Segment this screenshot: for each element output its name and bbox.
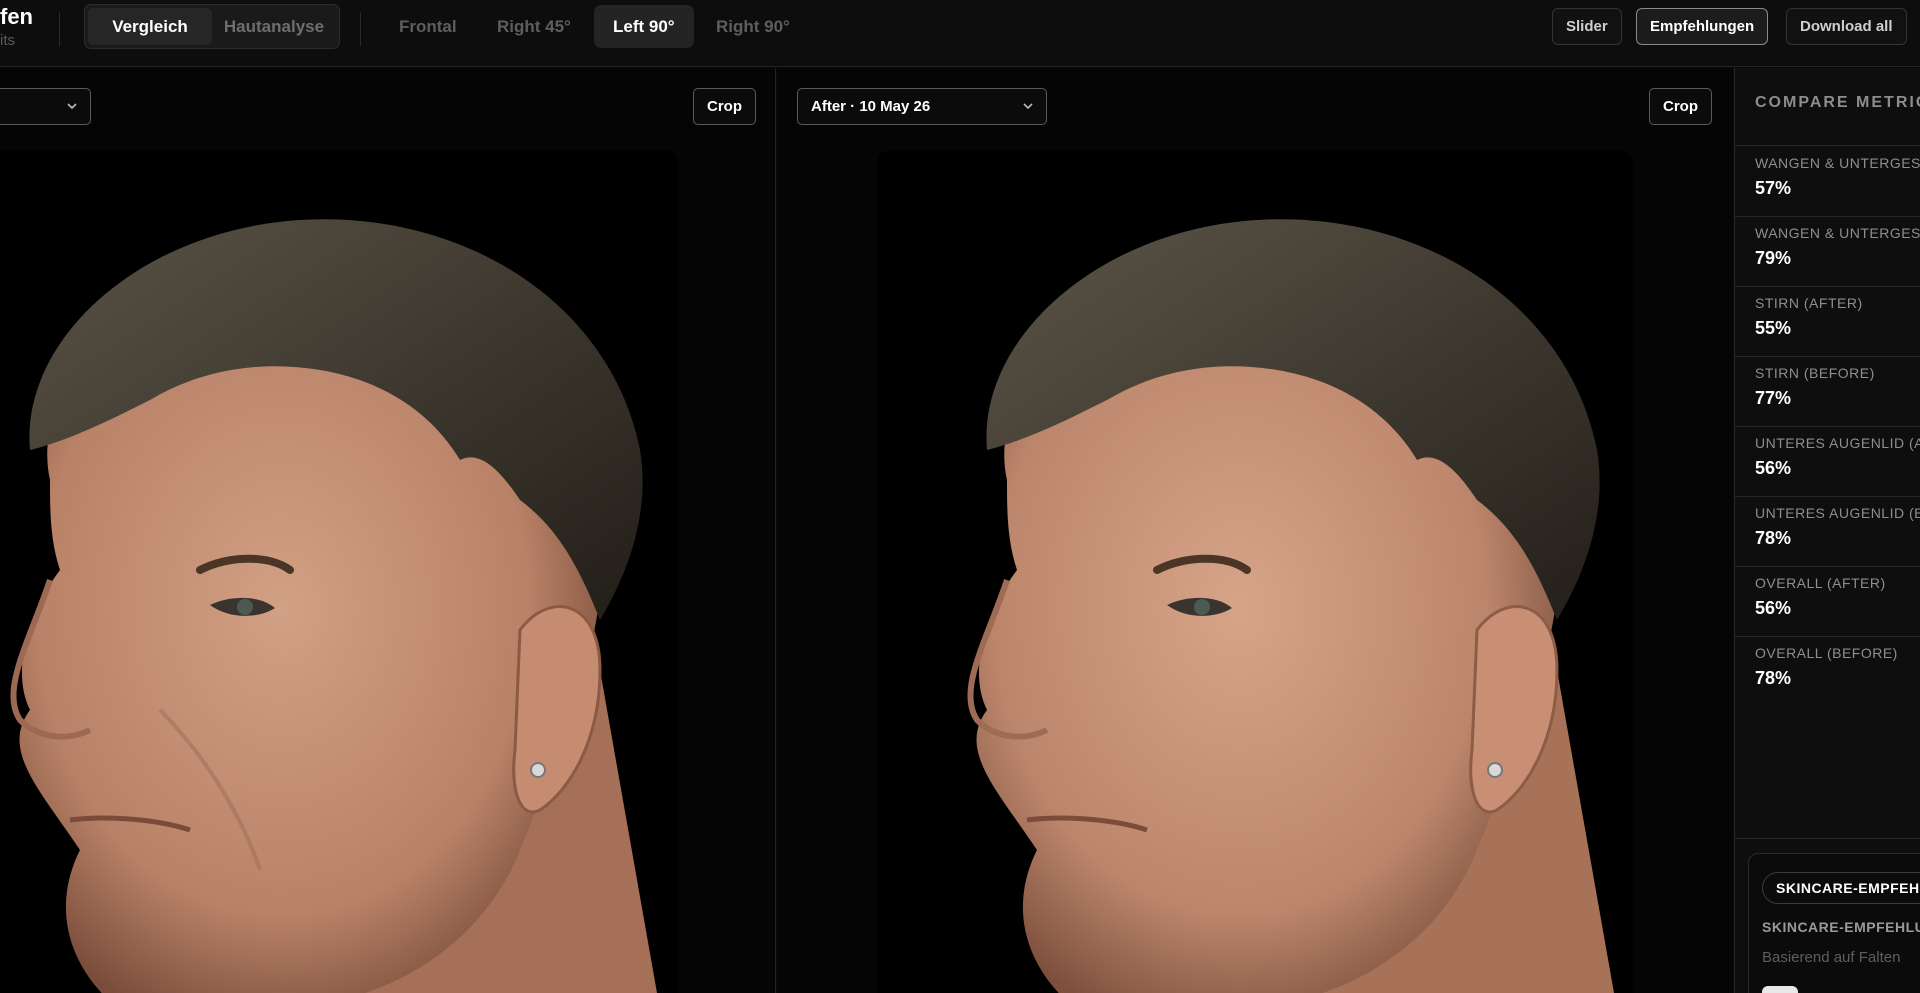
metric-value: 77% — [1755, 388, 1792, 408]
metric-value: 56% — [1755, 598, 1792, 618]
metric-item: WANGEN & UNTERGESICHT (BEFORE) 79% — [1735, 217, 1920, 287]
metric-item: OVERALL (BEFORE) 78% — [1735, 637, 1920, 707]
before-crop-button[interactable]: Crop — [693, 88, 756, 125]
before-panel: Crop — [0, 68, 776, 993]
metric-label: WANGEN & UNTERGESICHT (BEFORE) — [1755, 225, 1920, 241]
before-date-select[interactable] — [0, 88, 91, 125]
metric-label: STIRN (BEFORE) — [1755, 365, 1875, 381]
metric-label: UNTERES AUGENLID (AFTER) — [1755, 435, 1920, 451]
metric-item: WANGEN & UNTERGESICHT (AFTER) 57% — [1735, 147, 1920, 217]
metric-value: 78% — [1755, 668, 1792, 688]
metric-item: OVERALL (AFTER) 56% — [1735, 567, 1920, 637]
compare-metrics-sidebar: COMPARE METRICS WANGEN & UNTERGESICHT (A… — [1734, 68, 1920, 993]
after-date-select-value: After · 10 May 26 — [811, 98, 931, 115]
metric-label: OVERALL (AFTER) — [1755, 575, 1886, 591]
metric-label: UNTERES AUGENLID (BEFORE) — [1755, 505, 1920, 521]
after-photo — [877, 150, 1633, 993]
after-panel: After · 10 May 26 Crop — [777, 68, 1733, 993]
download-all-button[interactable]: Download all — [1786, 8, 1907, 45]
angle-tab-left-90[interactable]: Left 90° — [594, 5, 694, 48]
angle-tab-right-90[interactable]: Right 90° — [697, 5, 809, 48]
metric-label: OVERALL (BEFORE) — [1755, 645, 1898, 661]
top-bar: fen its Vergleich Hautanalyse Frontal Ri… — [0, 0, 1920, 67]
recommendation-heading: SKINCARE-EMPFEHLUNGEN — [1762, 919, 1920, 935]
chevron-down-icon — [67, 103, 77, 110]
tab-vergleich[interactable]: Vergleich — [88, 8, 212, 45]
chevron-down-icon — [1023, 103, 1033, 110]
metric-value: 56% — [1755, 458, 1792, 478]
divider — [59, 12, 60, 46]
metric-label: WANGEN & UNTERGESICHT (AFTER) — [1755, 155, 1920, 171]
after-crop-button[interactable]: Crop — [1649, 88, 1712, 125]
page-title: fen — [0, 4, 33, 29]
divider — [1735, 145, 1920, 146]
angle-tab-frontal[interactable]: Frontal — [380, 5, 476, 48]
recommendations-button[interactable]: Empfehlungen — [1636, 8, 1769, 45]
metric-label: STIRN (AFTER) — [1755, 295, 1863, 311]
metric-item: UNTERES AUGENLID (AFTER) 56% — [1735, 427, 1920, 497]
recommendation-subtitle: Basierend auf Falten — [1762, 949, 1901, 966]
before-photo — [0, 150, 678, 993]
metric-value: 55% — [1755, 318, 1792, 338]
angle-tab-right-45[interactable]: Right 45° — [478, 5, 590, 48]
metric-item: STIRN (AFTER) 55% — [1735, 287, 1920, 357]
recommendation-toggle[interactable] — [1762, 986, 1798, 993]
page-subtitle: its — [0, 32, 15, 49]
recommendation-tab[interactable]: SKINCARE-EMPFEHLUNGEN — [1762, 872, 1920, 904]
metric-item: UNTERES AUGENLID (BEFORE) 78% — [1735, 497, 1920, 567]
after-date-select[interactable]: After · 10 May 26 — [797, 88, 1047, 125]
metric-value: 78% — [1755, 528, 1792, 548]
metric-value: 79% — [1755, 248, 1792, 268]
divider — [360, 12, 361, 46]
metric-item: STIRN (BEFORE) 77% — [1735, 357, 1920, 427]
metric-value: 57% — [1755, 178, 1792, 198]
slider-button[interactable]: Slider — [1552, 8, 1622, 45]
tab-hautanalyse[interactable]: Hautanalyse — [212, 8, 336, 45]
sidebar-title: COMPARE METRICS — [1755, 94, 1920, 111]
divider — [1735, 838, 1920, 839]
mode-switch: Vergleich Hautanalyse — [84, 4, 340, 49]
recommendation-card: SKINCARE-EMPFEHLUNGEN SKINCARE-EMPFEHLUN… — [1748, 853, 1920, 993]
